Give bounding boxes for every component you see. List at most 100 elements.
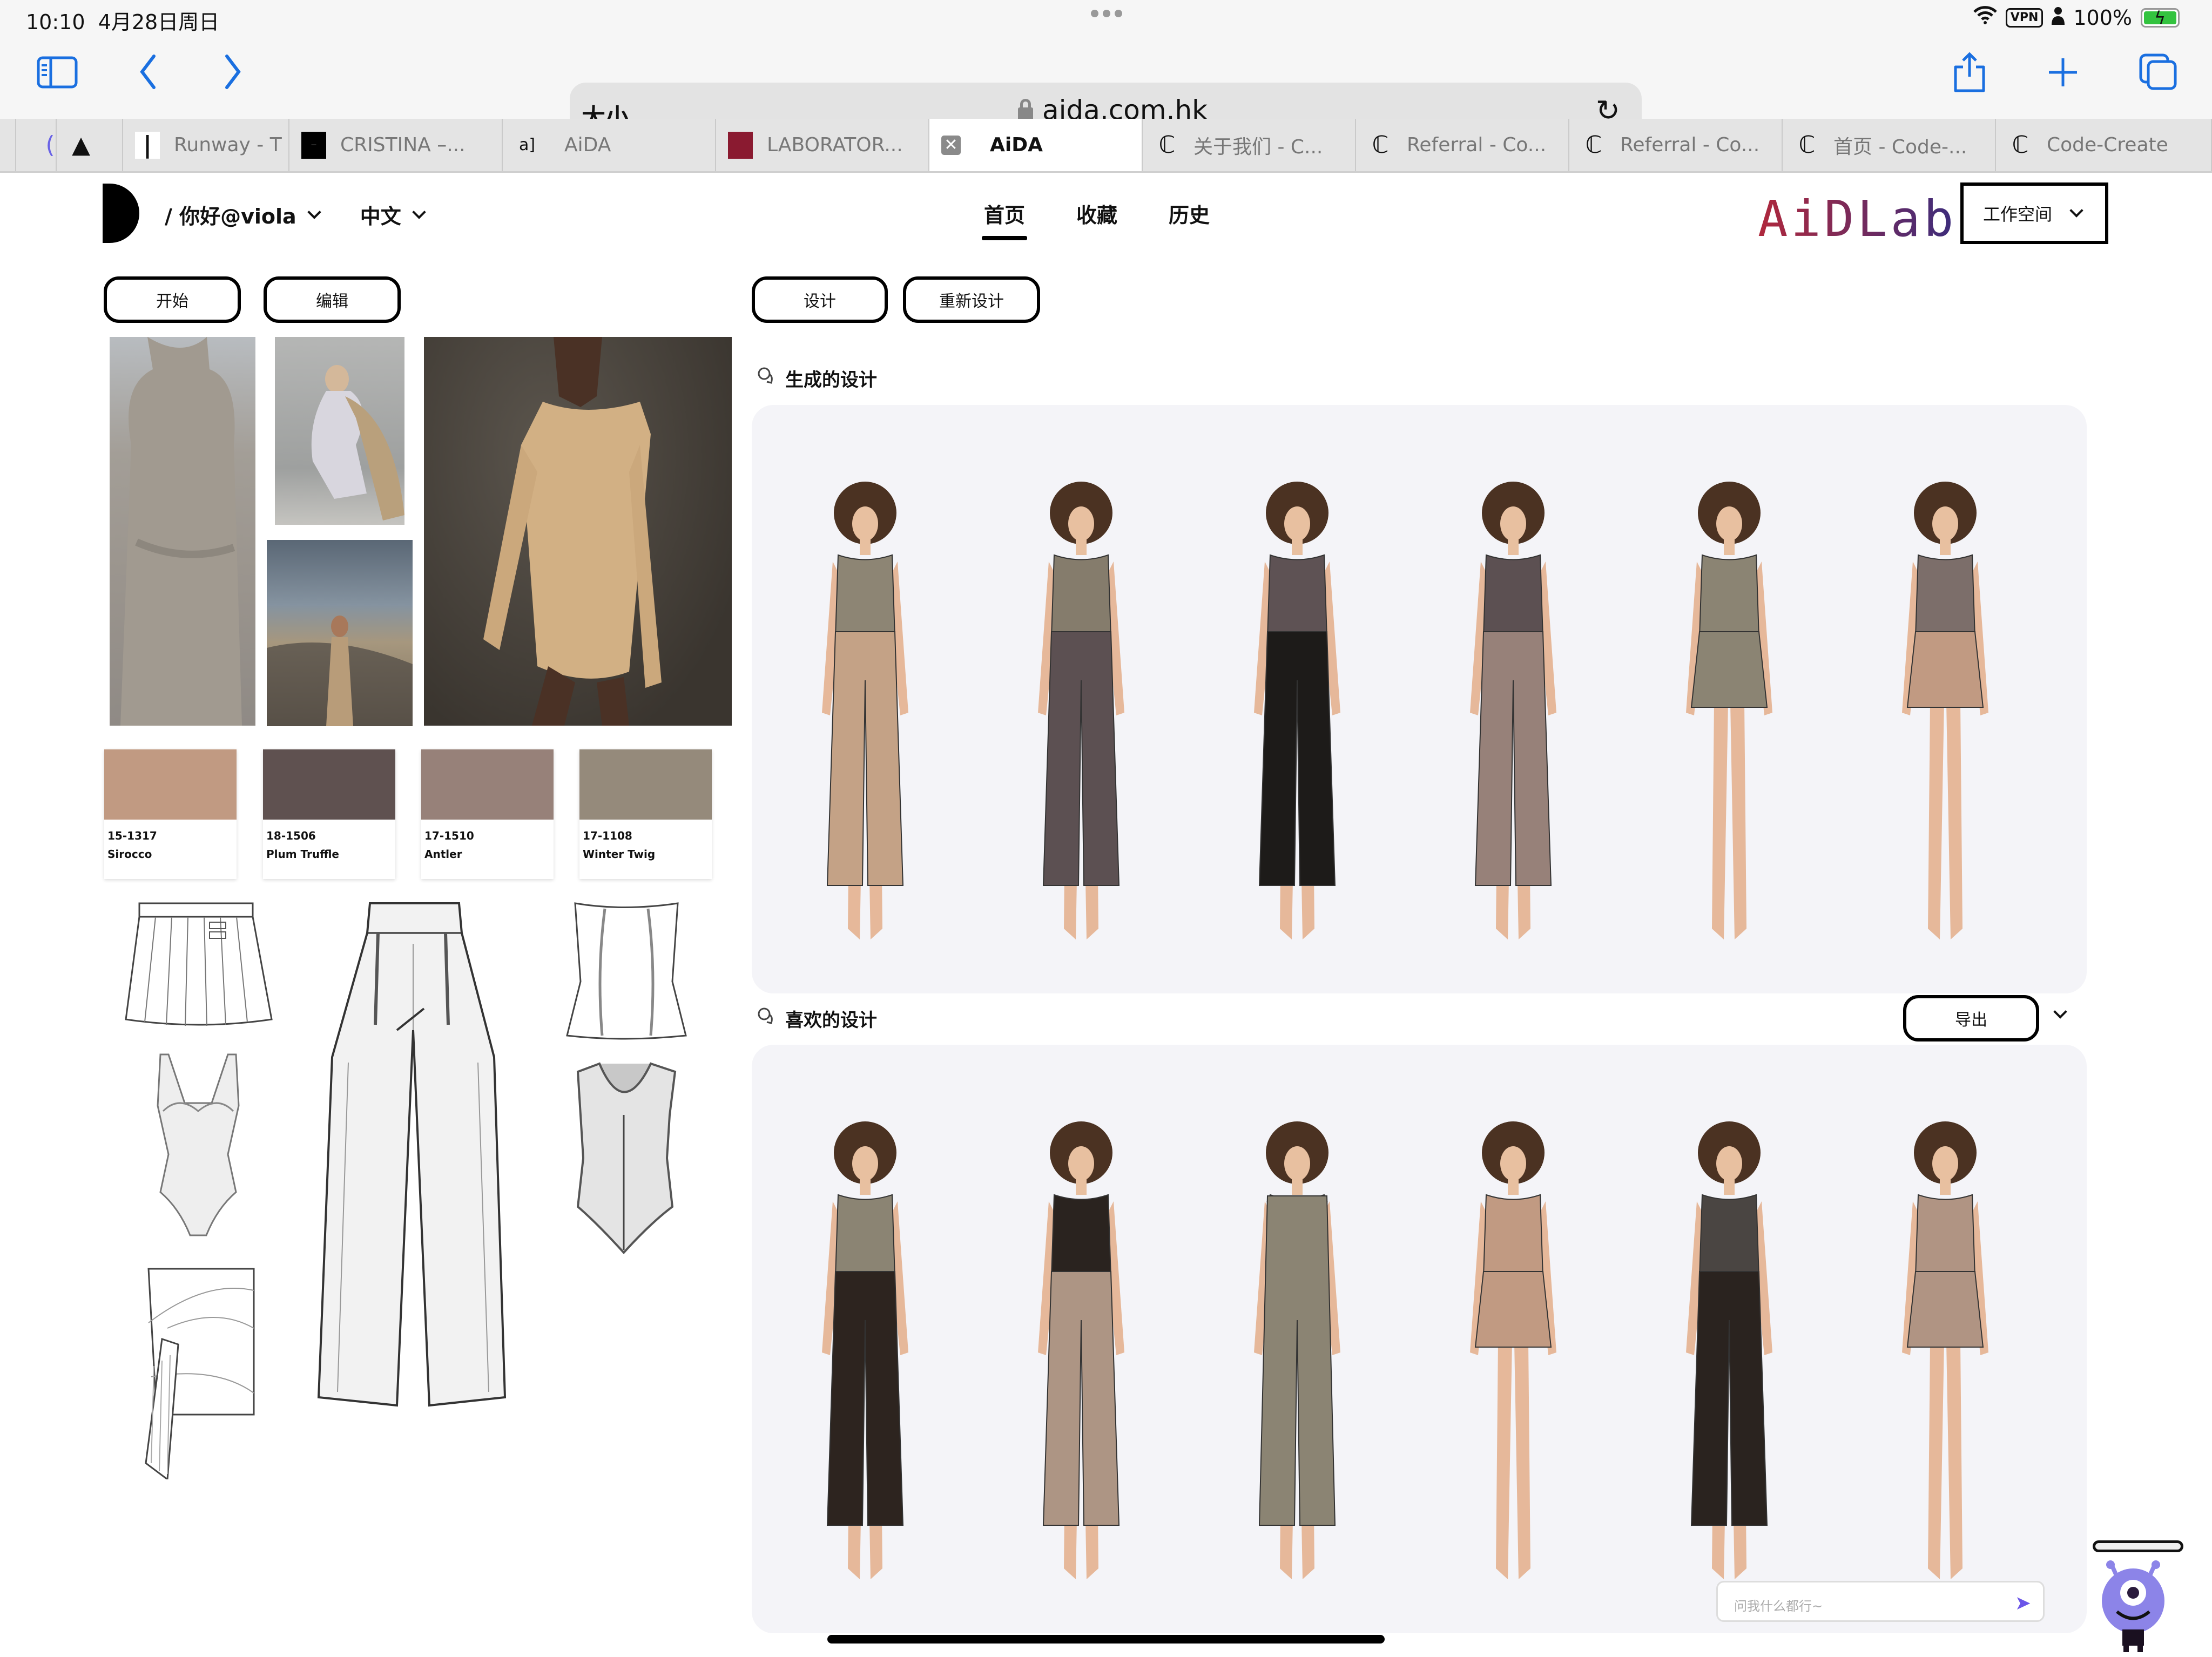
battery-icon: ϟ xyxy=(2141,8,2180,28)
tab-1[interactable]: ▲ xyxy=(57,119,123,171)
forward-icon[interactable] xyxy=(221,54,243,96)
chat-bubbles-icon xyxy=(757,367,775,390)
favorite-design-crop-top-wide-pants[interactable] xyxy=(800,1115,930,1603)
code-create-favicon: ℂ xyxy=(1158,131,1176,159)
home-indicator[interactable] xyxy=(827,1635,1385,1644)
status-time: 10:10 4月28日周日 xyxy=(26,10,220,34)
user-greeting[interactable]: / 你好@viola xyxy=(165,200,296,229)
send-icon[interactable]: ➤ xyxy=(2015,1592,2031,1614)
user-menu[interactable]: / 你好@viola 中文 xyxy=(165,200,428,229)
code-create-favicon: ℂ xyxy=(1585,131,1602,159)
swatch-color xyxy=(104,749,237,820)
favorite-designs-title: 喜欢的设计 xyxy=(757,1005,877,1032)
tab-2[interactable]: | Runway - T xyxy=(123,119,289,171)
tab-10[interactable]: ℂ 首页 - Code-... xyxy=(1783,119,1996,171)
generated-design-top-pleated-skirt[interactable] xyxy=(1664,475,1794,963)
crouching-model-photo xyxy=(275,337,404,525)
status-bar: 10:10 4月28日周日 VPN 100% ϟ xyxy=(0,0,2212,38)
wifi-icon xyxy=(1973,5,1997,30)
generated-design-moto-jacket-slim-pants[interactable] xyxy=(1232,475,1362,963)
code-create-favicon: ℂ xyxy=(1372,131,1389,159)
tab-5[interactable]: LABORATOR... xyxy=(716,119,929,171)
generated-designs-panel xyxy=(752,405,2087,993)
pleated-skirt-sketch[interactable] xyxy=(123,901,274,1030)
swatch-name: Sirocco xyxy=(107,848,152,861)
tab-4[interactable]: a] AiDA xyxy=(503,119,716,171)
purple-c-favicon: ( xyxy=(46,132,54,159)
tab-0[interactable]: ( xyxy=(16,119,57,171)
nav-home[interactable]: 首页 xyxy=(981,199,1028,240)
aidlab-logo: AiDLab xyxy=(1758,190,1957,248)
strapless-corset-top-sketch[interactable] xyxy=(564,901,689,1041)
chevron-down-icon xyxy=(412,205,426,219)
design-button[interactable]: 设计 xyxy=(752,276,888,323)
lace-bodysuit-sketch[interactable] xyxy=(152,1052,244,1241)
generated-design-draped-top-trousers[interactable] xyxy=(1448,475,1578,963)
multitasking-dots[interactable] xyxy=(1091,10,1122,17)
color-swatch[interactable]: 17-1108 Winter Twig xyxy=(579,749,712,879)
tab-7[interactable]: ℂ 关于我们 - C... xyxy=(1143,119,1356,171)
favorite-design-long-dress[interactable] xyxy=(1232,1115,1362,1603)
aida-favicon: a] xyxy=(518,136,536,154)
ribbed-dress-photo xyxy=(424,337,732,726)
tab-9[interactable]: ℂ Referral - Co... xyxy=(1569,119,1783,171)
favorite-designs-panel xyxy=(752,1045,2087,1633)
color-swatch[interactable]: 15-1317 Sirocco xyxy=(104,749,237,879)
triangle-favicon: ▲ xyxy=(72,131,90,159)
lock-icon xyxy=(1018,99,1033,120)
browser-toolbar: 大小 aida.com.hk ↻ xyxy=(0,38,2212,140)
wide-leg-trousers-sketch[interactable] xyxy=(316,901,510,1408)
export-button[interactable]: 导出 xyxy=(1903,995,2039,1041)
swatch-color xyxy=(421,749,554,820)
tab-11[interactable]: ℂ Code-Create xyxy=(1996,119,2212,171)
assistant-mascot-icon[interactable] xyxy=(2095,1560,2171,1652)
draped-wrap-skirt-sketch[interactable] xyxy=(135,1258,270,1479)
code-create-favicon: ℂ xyxy=(2012,131,2029,159)
nav-favorites[interactable]: 收藏 xyxy=(1076,199,1117,236)
chevron-down-icon xyxy=(307,205,321,219)
nav-history[interactable]: 历史 xyxy=(1169,199,1210,236)
vpn-badge: VPN xyxy=(2005,8,2044,28)
generated-design-vest-wide-pants[interactable] xyxy=(1016,475,1146,963)
close-tab-icon[interactable]: ✕ xyxy=(941,135,961,155)
code-create-favicon: ℂ xyxy=(1798,131,1816,159)
share-icon[interactable] xyxy=(1952,52,1987,99)
swatch-code: 15-1317 xyxy=(107,829,157,842)
swatch-code: 17-1510 xyxy=(424,829,474,842)
favorite-design-lace-bodysuit[interactable] xyxy=(1880,1115,2010,1603)
swatch-code: 17-1108 xyxy=(583,829,632,842)
tab-3[interactable]: — CRISTINA –... xyxy=(289,119,503,171)
cristina-favicon: — xyxy=(301,131,326,159)
laboratory-favicon xyxy=(728,131,753,159)
main-nav: 首页 收藏 历史 xyxy=(981,199,1210,240)
new-tab-icon[interactable] xyxy=(2047,56,2079,94)
assistant-chat-input[interactable]: 问我什么都行~ ➤ xyxy=(1716,1581,2045,1622)
tab-8[interactable]: ℂ Referral - Co... xyxy=(1356,119,1569,171)
color-swatch[interactable]: 18-1506 Plum Truffle xyxy=(263,749,395,879)
generated-design-lace-bodysuit-wrap[interactable] xyxy=(1880,475,2010,963)
tab-6-active[interactable]: ✕ AiDA xyxy=(929,119,1143,171)
beach-model-photo xyxy=(267,540,413,726)
favorite-design-dotted-top-skirt[interactable] xyxy=(1448,1115,1578,1603)
edit-button[interactable]: 编辑 xyxy=(264,276,401,323)
color-swatch[interactable]: 17-1510 Antler xyxy=(421,749,554,879)
sidebar-icon[interactable] xyxy=(37,56,78,94)
redesign-button[interactable]: 重新设计 xyxy=(903,276,1040,323)
swatch-code: 18-1506 xyxy=(266,829,316,842)
back-icon[interactable] xyxy=(138,54,159,96)
battery-percent: 100% xyxy=(2073,5,2132,30)
tabs-overview-icon[interactable] xyxy=(2139,53,2177,97)
workspace-dropdown[interactable]: 工作空间 xyxy=(1960,182,2108,244)
start-button[interactable]: 开始 xyxy=(104,276,241,323)
collapse-chevron-icon[interactable] xyxy=(2052,1005,2069,1019)
language-selector[interactable]: 中文 xyxy=(360,200,401,229)
mascot-speech-bar xyxy=(2093,1540,2183,1552)
generated-designs-title: 生成的设计 xyxy=(757,365,877,391)
person-icon xyxy=(2052,6,2065,30)
favorite-design-bodysuit-wide-pants[interactable] xyxy=(1016,1115,1146,1603)
scoop-bodysuit-sketch[interactable] xyxy=(570,1061,680,1255)
favorite-design-tank-flare-pants[interactable] xyxy=(1664,1115,1794,1603)
swatch-color xyxy=(263,749,395,820)
knit-dress-photo xyxy=(110,337,255,726)
generated-design-cropped-shirt-culottes[interactable] xyxy=(800,475,930,963)
